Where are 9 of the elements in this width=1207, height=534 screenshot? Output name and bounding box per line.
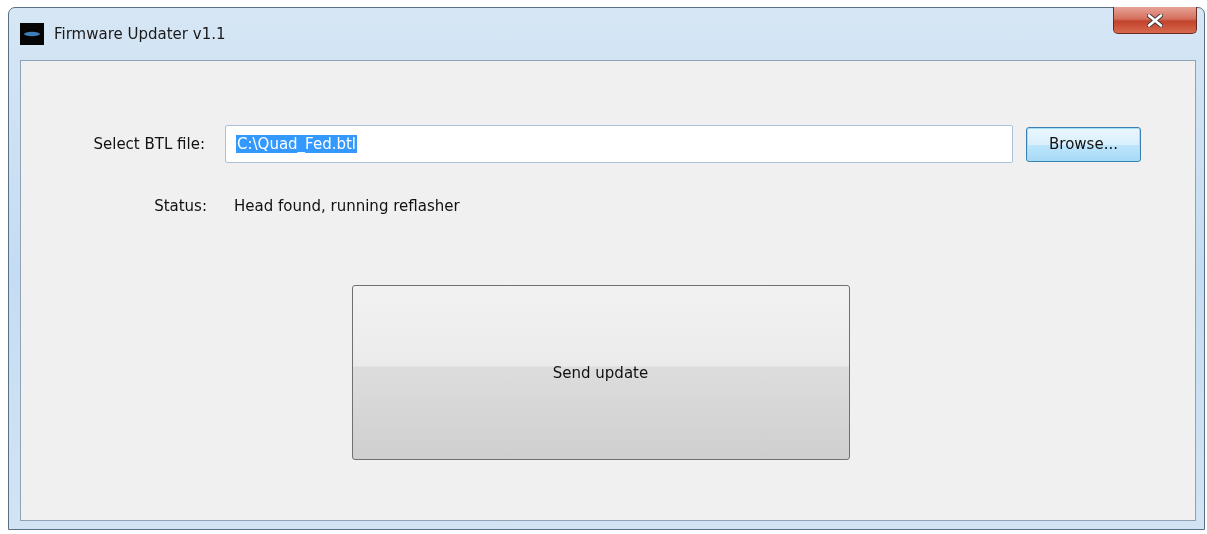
window-title: Firmware Updater v1.1 [54, 25, 226, 43]
file-label: Select BTL file: [92, 135, 205, 153]
close-button[interactable] [1113, 7, 1197, 34]
browse-button[interactable]: Browse... [1026, 126, 1141, 162]
status-label: Status: [153, 197, 207, 215]
app-logo-icon [20, 23, 44, 45]
send-update-button[interactable]: Send update [351, 285, 850, 460]
close-icon [1147, 13, 1163, 27]
status-text: Head found, running reflasher [234, 197, 460, 215]
